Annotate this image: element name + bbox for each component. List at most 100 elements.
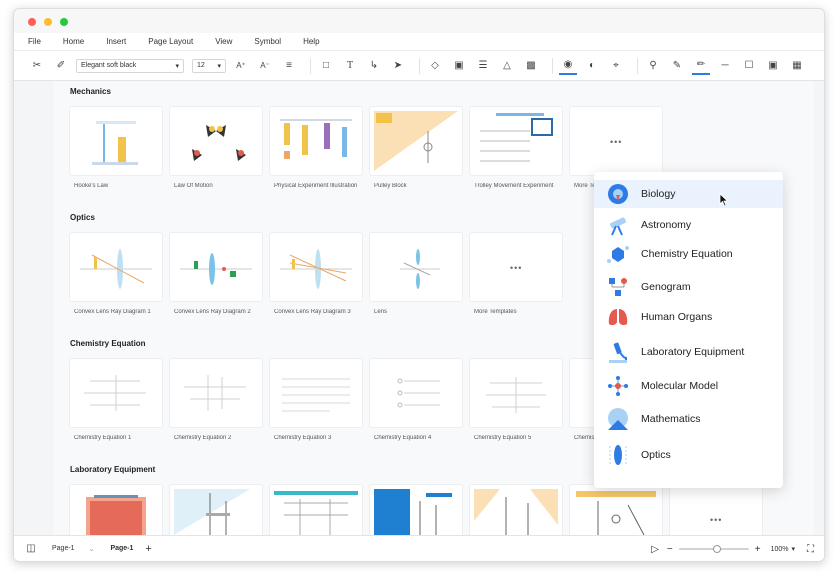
chemistry-1-thumbnail: [84, 375, 146, 411]
convex-lens-3-thumbnail: [280, 249, 352, 289]
template-card-more-mechanics[interactable]: •••: [570, 107, 662, 175]
fit-icon[interactable]: ▣: [764, 57, 782, 75]
dropdown-label: Laboratory Equipment: [641, 346, 745, 358]
menu-insert[interactable]: Insert: [106, 37, 126, 46]
chevron-down-icon[interactable]: ⌄: [89, 545, 95, 553]
close-window-button[interactable]: [28, 18, 36, 26]
line-style-icon[interactable]: ─: [716, 57, 734, 75]
menu-file[interactable]: File: [28, 37, 41, 46]
genogram-icon: [609, 278, 627, 296]
flip-icon[interactable]: △: [498, 57, 516, 75]
biology-icon: [608, 184, 628, 204]
fill-icon[interactable]: ◉: [559, 57, 577, 75]
group-icon[interactable]: ▣: [450, 57, 468, 75]
template-card-law-of-motion[interactable]: [170, 107, 262, 175]
dropdown-label: Molecular Model: [641, 380, 719, 392]
text-icon[interactable]: T: [341, 57, 359, 75]
minimize-window-button[interactable]: [44, 18, 52, 26]
align-icon[interactable]: ≡: [280, 57, 298, 75]
template-card-more-optics[interactable]: •••: [470, 233, 562, 301]
page-select[interactable]: Page-1: [52, 545, 75, 552]
template-card-chemistry-1[interactable]: [70, 359, 162, 427]
menu-home[interactable]: Home: [63, 37, 84, 46]
template-card-pulley-block[interactable]: [370, 107, 462, 175]
connector-icon[interactable]: ↳: [365, 57, 383, 75]
template-card-more-lab[interactable]: •••: [670, 485, 762, 537]
dropdown-item-human-organs[interactable]: Human Organs: [594, 303, 783, 331]
menu-page-layout[interactable]: Page Layout: [148, 37, 193, 46]
fullscreen-icon[interactable]: ⛶: [807, 544, 814, 555]
template-card-convex-lens-2[interactable]: [170, 233, 262, 301]
dropdown-label: Astronomy: [641, 219, 692, 231]
template-card-hookes-law[interactable]: [70, 107, 162, 175]
dropdown-item-astronomy[interactable]: Astronomy: [594, 211, 783, 239]
format-painter-icon[interactable]: ✐: [52, 57, 70, 75]
template-card-chemistry-4[interactable]: [370, 359, 462, 427]
dropdown-item-genogram[interactable]: Genogram: [594, 273, 783, 301]
convex-lens-1-thumbnail: [80, 249, 152, 289]
font-grow-icon[interactable]: A⁺: [232, 57, 250, 75]
pointer-icon[interactable]: ➤: [389, 57, 407, 75]
template-card-lens[interactable]: [370, 233, 462, 301]
shape-style-icon[interactable]: ◐: [583, 57, 601, 75]
page-panel-icon[interactable]: ◫: [22, 540, 40, 558]
trolley-movement-thumbnail: [480, 113, 553, 162]
template-label: Law Of Motion: [174, 183, 213, 189]
frame-icon[interactable]: ▩: [522, 57, 540, 75]
align-left-icon[interactable]: ☰: [474, 57, 492, 75]
font-family-select[interactable]: Elegant soft black ▾: [76, 58, 184, 73]
zoom-out-button[interactable]: −: [667, 544, 673, 555]
add-page-button[interactable]: +: [145, 543, 151, 555]
rectangle-icon[interactable]: □: [317, 57, 335, 75]
template-label: Lens: [374, 309, 388, 315]
template-card-physical-experiment[interactable]: [270, 107, 362, 175]
chevron-down-icon[interactable]: ▾: [791, 545, 795, 553]
chemistry-4-thumbnail: [397, 378, 440, 408]
play-icon[interactable]: ▷: [651, 544, 659, 555]
lens-icon: [609, 445, 627, 465]
line-color-icon[interactable]: ✏: [692, 57, 710, 75]
template-card-trolley-movement[interactable]: [470, 107, 562, 175]
zoom-slider-handle[interactable]: [712, 545, 721, 553]
dropdown-item-biology[interactable]: Biology: [594, 180, 783, 208]
template-card-lab-6[interactable]: [570, 485, 662, 537]
page-tab[interactable]: Page-1: [110, 545, 133, 552]
zoom-level[interactable]: 100%: [771, 546, 789, 553]
zoom-in-button[interactable]: +: [755, 544, 761, 555]
dropdown-label: Mathematics: [641, 413, 701, 425]
dropdown-item-laboratory-equipment[interactable]: Laboratory Equipment: [594, 338, 783, 366]
dropdown-item-molecular-model[interactable]: Molecular Model: [594, 372, 783, 400]
zoom-slider[interactable]: [678, 545, 749, 553]
template-card-chemistry-2[interactable]: [170, 359, 262, 427]
template-card-chemistry-3[interactable]: [270, 359, 362, 427]
template-label: Chemistry Equation 2: [174, 435, 232, 441]
maximize-window-button[interactable]: [60, 18, 68, 26]
search-icon[interactable]: ⚲: [644, 57, 662, 75]
font-size-select[interactable]: 12 ▾: [192, 58, 226, 73]
edit-icon[interactable]: ✎: [668, 57, 686, 75]
template-label: Chemistry Equation 5: [474, 435, 532, 441]
dropdown-label: Optics: [641, 449, 671, 461]
template-card-lab-1[interactable]: [70, 485, 162, 537]
menu-view[interactable]: View: [215, 37, 232, 46]
template-card-lab-5[interactable]: [470, 485, 562, 537]
template-card-chemistry-5[interactable]: [470, 359, 562, 427]
template-card-lab-3[interactable]: [270, 485, 362, 537]
template-card-lab-2[interactable]: [170, 485, 262, 537]
template-label: Convex Lens Ray Diagram 2: [174, 309, 251, 315]
menu-help[interactable]: Help: [303, 37, 319, 46]
template-card-lab-4[interactable]: [370, 485, 462, 537]
dropdown-item-mathematics[interactable]: Mathematics: [594, 405, 783, 433]
layers-icon[interactable]: ◇: [426, 57, 444, 75]
dropdown-item-optics[interactable]: Optics: [594, 441, 783, 469]
more-icon[interactable]: ▦: [788, 57, 806, 75]
font-shrink-icon[interactable]: A⁻: [256, 57, 274, 75]
dropdown-item-chemistry-equation[interactable]: Chemistry Equation: [594, 240, 783, 268]
microscope-icon: [609, 342, 627, 363]
template-card-convex-lens-1[interactable]: [70, 233, 162, 301]
scissors-icon[interactable]: ✂: [28, 57, 46, 75]
menu-symbol[interactable]: Symbol: [254, 37, 281, 46]
crop-icon[interactable]: ⌖: [607, 57, 625, 75]
template-card-convex-lens-3[interactable]: [270, 233, 362, 301]
lock-icon[interactable]: ☐: [740, 57, 758, 75]
